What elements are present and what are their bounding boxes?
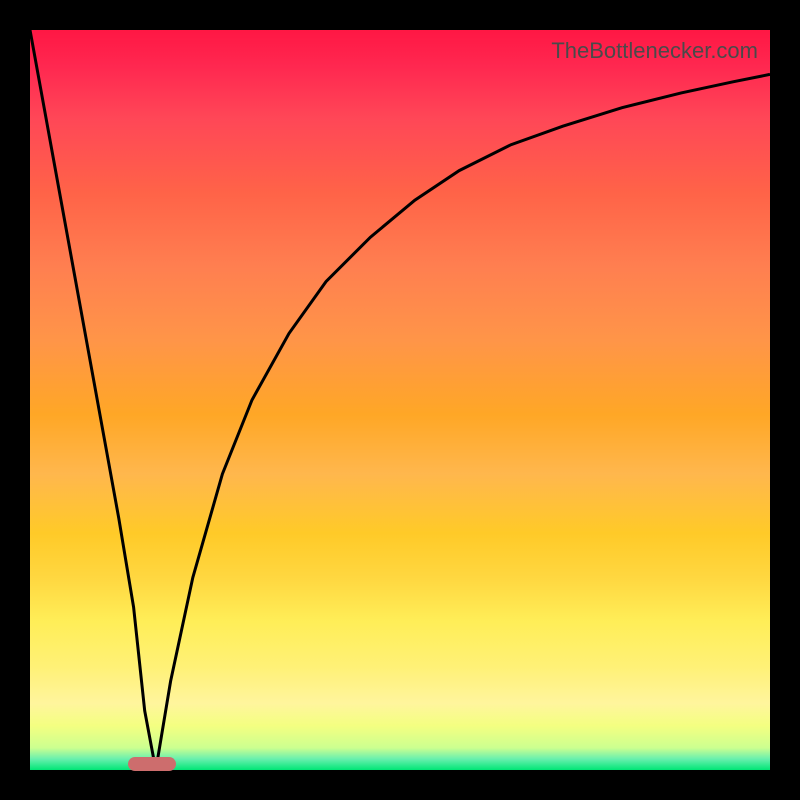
bottleneck-curve xyxy=(30,30,770,770)
chart-svg xyxy=(30,30,770,770)
chart-plot-area: TheBottlenecker.com xyxy=(30,30,770,770)
optimal-range-marker xyxy=(128,757,175,771)
watermark-text: TheBottlenecker.com xyxy=(551,38,758,64)
